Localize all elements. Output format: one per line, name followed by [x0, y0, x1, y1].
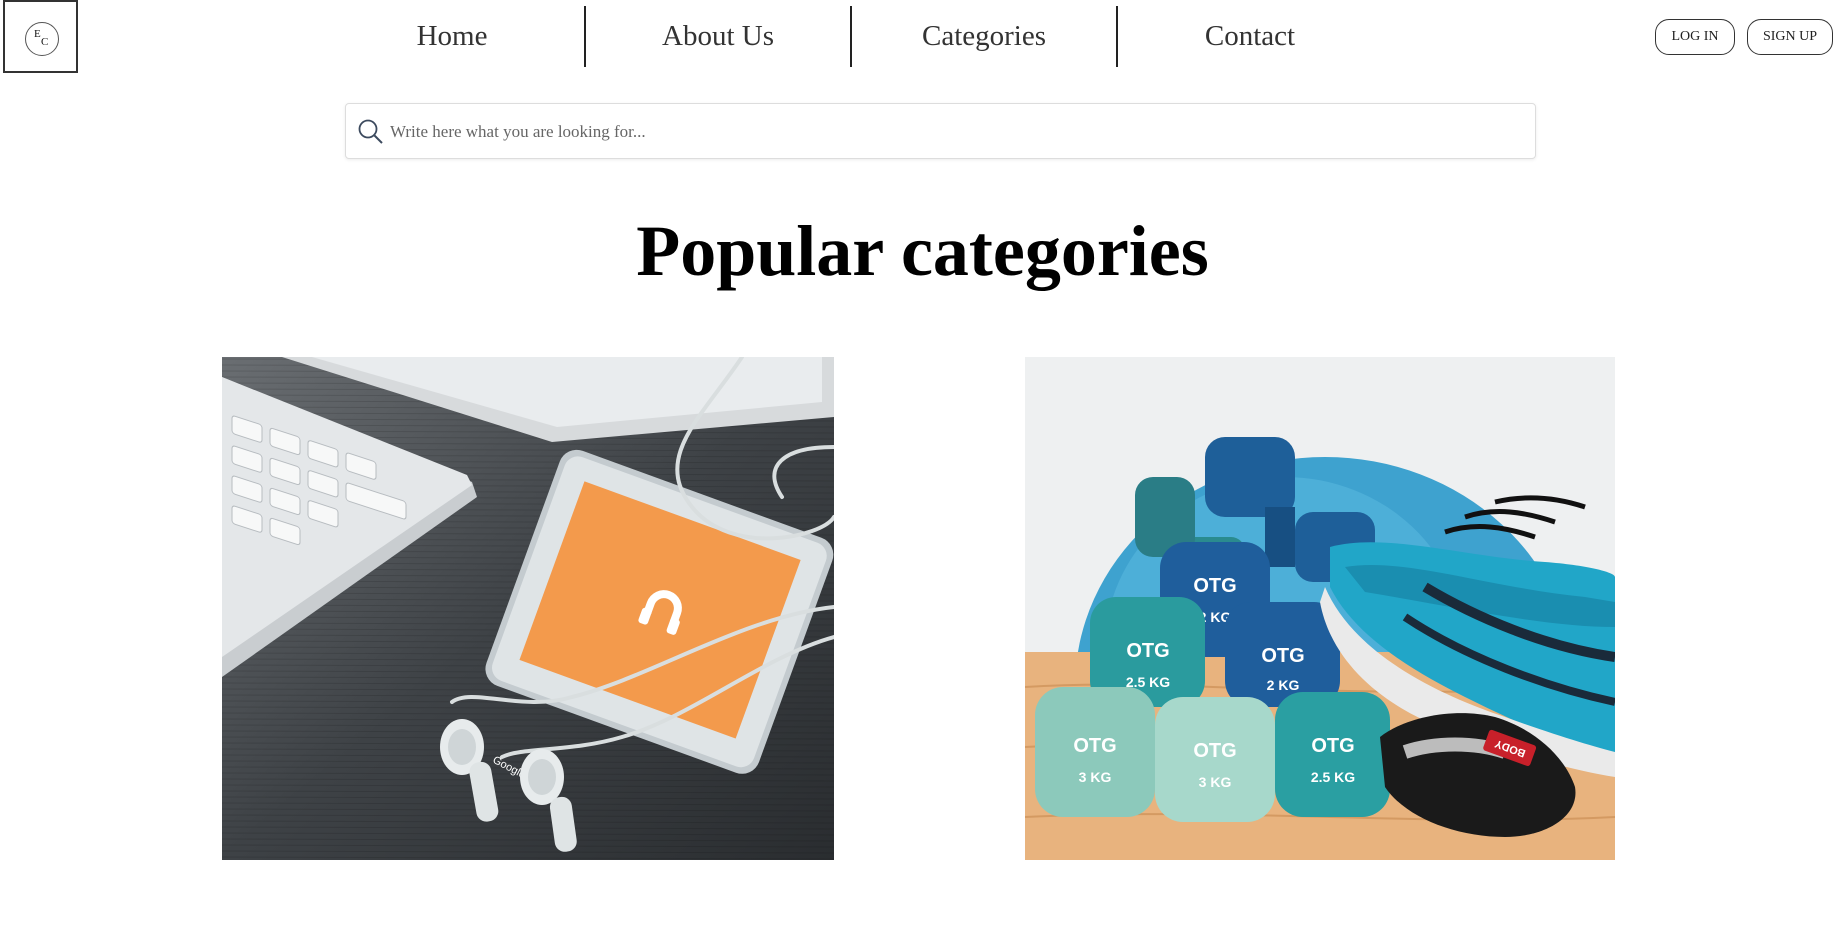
- nav-about-us[interactable]: About Us: [586, 6, 852, 67]
- dumbbells-photo: OTG 2 KG OTG OTG 2.5 KG OTG 2 KG OTG 3 K…: [1025, 357, 1615, 860]
- nav-home[interactable]: Home: [320, 6, 586, 67]
- page-title: Popular categories: [636, 211, 1209, 291]
- dumbbell-brand-6: OTG: [1311, 735, 1354, 757]
- logo-emblem: E C: [25, 22, 59, 56]
- category-card-fitness[interactable]: OTG 2 KG OTG OTG 2.5 KG OTG 2 KG OTG 3 K…: [1025, 357, 1615, 860]
- category-card-tech[interactable]: Google play: [222, 357, 834, 860]
- dumbbell-brand-2b: OTG: [1126, 640, 1169, 662]
- dumbbell-brand-1: OTG: [1193, 575, 1236, 597]
- dumbbell-weight-5: 3 KG: [1199, 774, 1232, 790]
- nav-categories[interactable]: Categories: [852, 6, 1118, 67]
- search-input[interactable]: [388, 114, 1522, 150]
- dumbbell-weight-6: 2.5 KG: [1311, 769, 1355, 785]
- signup-button[interactable]: SIGN UP: [1747, 19, 1833, 55]
- dumbbell-brand-5: OTG: [1193, 740, 1236, 762]
- logo-letter-c: C: [41, 36, 49, 48]
- search-icon[interactable]: [356, 117, 386, 147]
- phone-earphones-photo: Google play: [222, 357, 834, 860]
- login-button[interactable]: LOG IN: [1655, 19, 1735, 55]
- logo-letter-e: E: [34, 28, 41, 40]
- nav-contact[interactable]: Contact: [1118, 6, 1382, 67]
- main-nav: Home About Us Categories Contact: [320, 6, 1382, 67]
- dumbbell-brand-3: OTG: [1261, 645, 1304, 667]
- dumbbell-weight-3: 2 KG: [1267, 677, 1300, 693]
- search-bar: [345, 103, 1536, 159]
- dumbbell-weight-4: 3 KG: [1079, 769, 1112, 785]
- site-logo[interactable]: E C: [3, 0, 78, 73]
- dumbbell-brand-4: OTG: [1073, 735, 1116, 757]
